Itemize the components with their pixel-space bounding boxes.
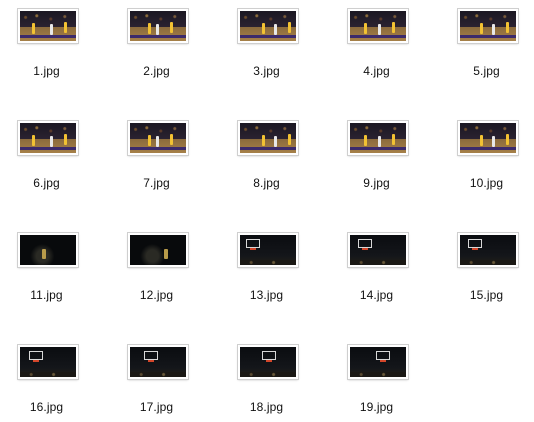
- image-thumbnail: [240, 11, 296, 41]
- file-item[interactable]: 3.jpg: [225, 0, 335, 106]
- file-thumbnail-frame: [128, 345, 188, 379]
- file-name-label: 16.jpg: [29, 400, 64, 414]
- file-item[interactable]: 8.jpg: [225, 112, 335, 218]
- file-thumbnail-frame: [128, 121, 188, 155]
- file-name-label: 11.jpg: [30, 288, 63, 302]
- file-name-label: 17.jpg: [139, 400, 174, 414]
- file-name-label: 5.jpg: [473, 64, 500, 78]
- image-thumbnail: [240, 123, 296, 153]
- image-thumbnail: [20, 123, 76, 153]
- file-icon-grid: 1.jpg 2.jpg 3.jpg 4.jpg 5.jpg 6.jpg 7.jpg 8.jpg…: [0, 0, 534, 422]
- file-thumbnail-frame: [348, 345, 408, 379]
- file-item[interactable]: 11.jpg: [5, 224, 115, 330]
- file-name-label: 6.jpg: [33, 176, 60, 190]
- image-thumbnail: [20, 347, 76, 377]
- file-thumbnail-frame: [18, 345, 78, 379]
- file-item[interactable]: 17.jpg: [115, 336, 225, 422]
- file-name-label: 4.jpg: [363, 64, 390, 78]
- file-item[interactable]: 5.jpg: [445, 0, 534, 106]
- file-thumbnail-frame: [458, 121, 518, 155]
- file-name-label: 7.jpg: [143, 176, 170, 190]
- file-item[interactable]: 6.jpg: [5, 112, 115, 218]
- file-item[interactable]: 14.jpg: [335, 224, 445, 330]
- file-name-label: 14.jpg: [359, 288, 394, 302]
- image-thumbnail: [20, 11, 76, 41]
- file-name-label: 19.jpg: [359, 400, 394, 414]
- file-name-label: 8.jpg: [253, 176, 280, 190]
- image-thumbnail: [350, 235, 406, 265]
- file-name-label: 12.jpg: [139, 288, 174, 302]
- file-name-label: 15.jpg: [469, 288, 504, 302]
- image-thumbnail: [350, 11, 406, 41]
- file-item[interactable]: 2.jpg: [115, 0, 225, 106]
- file-thumbnail-frame: [128, 233, 188, 267]
- file-thumbnail-frame: [348, 121, 408, 155]
- file-thumbnail-frame: [348, 233, 408, 267]
- image-thumbnail: [130, 123, 186, 153]
- image-thumbnail: [460, 123, 516, 153]
- image-thumbnail: [130, 235, 186, 265]
- file-name-label: 9.jpg: [363, 176, 390, 190]
- file-name-label: 1.jpg: [33, 64, 60, 78]
- file-item[interactable]: 15.jpg: [445, 224, 534, 330]
- image-thumbnail: [350, 347, 406, 377]
- file-thumbnail-frame: [238, 345, 298, 379]
- file-item[interactable]: 16.jpg: [5, 336, 115, 422]
- file-name-label: 2.jpg: [143, 64, 170, 78]
- file-thumbnail-frame: [18, 121, 78, 155]
- image-thumbnail: [130, 11, 186, 41]
- file-thumbnail-frame: [458, 233, 518, 267]
- image-thumbnail: [130, 347, 186, 377]
- file-thumbnail-frame: [238, 9, 298, 43]
- file-name-label: 3.jpg: [253, 64, 280, 78]
- file-name-label: 10.jpg: [469, 176, 504, 190]
- image-thumbnail: [20, 235, 76, 265]
- image-thumbnail: [460, 11, 516, 41]
- file-item[interactable]: 7.jpg: [115, 112, 225, 218]
- file-item[interactable]: 18.jpg: [225, 336, 335, 422]
- image-thumbnail: [240, 347, 296, 377]
- file-thumbnail-frame: [128, 9, 188, 43]
- image-thumbnail: [350, 123, 406, 153]
- file-item[interactable]: 12.jpg: [115, 224, 225, 330]
- file-name-label: 13.jpg: [249, 288, 284, 302]
- file-item[interactable]: 13.jpg: [225, 224, 335, 330]
- file-item[interactable]: 19.jpg: [335, 336, 445, 422]
- file-thumbnail-frame: [18, 233, 78, 267]
- file-item[interactable]: 9.jpg: [335, 112, 445, 218]
- file-thumbnail-frame: [238, 233, 298, 267]
- image-thumbnail: [460, 235, 516, 265]
- file-thumbnail-frame: [18, 9, 78, 43]
- file-item[interactable]: 4.jpg: [335, 0, 445, 106]
- file-thumbnail-frame: [458, 9, 518, 43]
- image-thumbnail: [240, 235, 296, 265]
- file-thumbnail-frame: [238, 121, 298, 155]
- file-thumbnail-frame: [348, 9, 408, 43]
- file-item[interactable]: 10.jpg: [445, 112, 534, 218]
- file-item[interactable]: 1.jpg: [5, 0, 115, 106]
- file-name-label: 18.jpg: [249, 400, 284, 414]
